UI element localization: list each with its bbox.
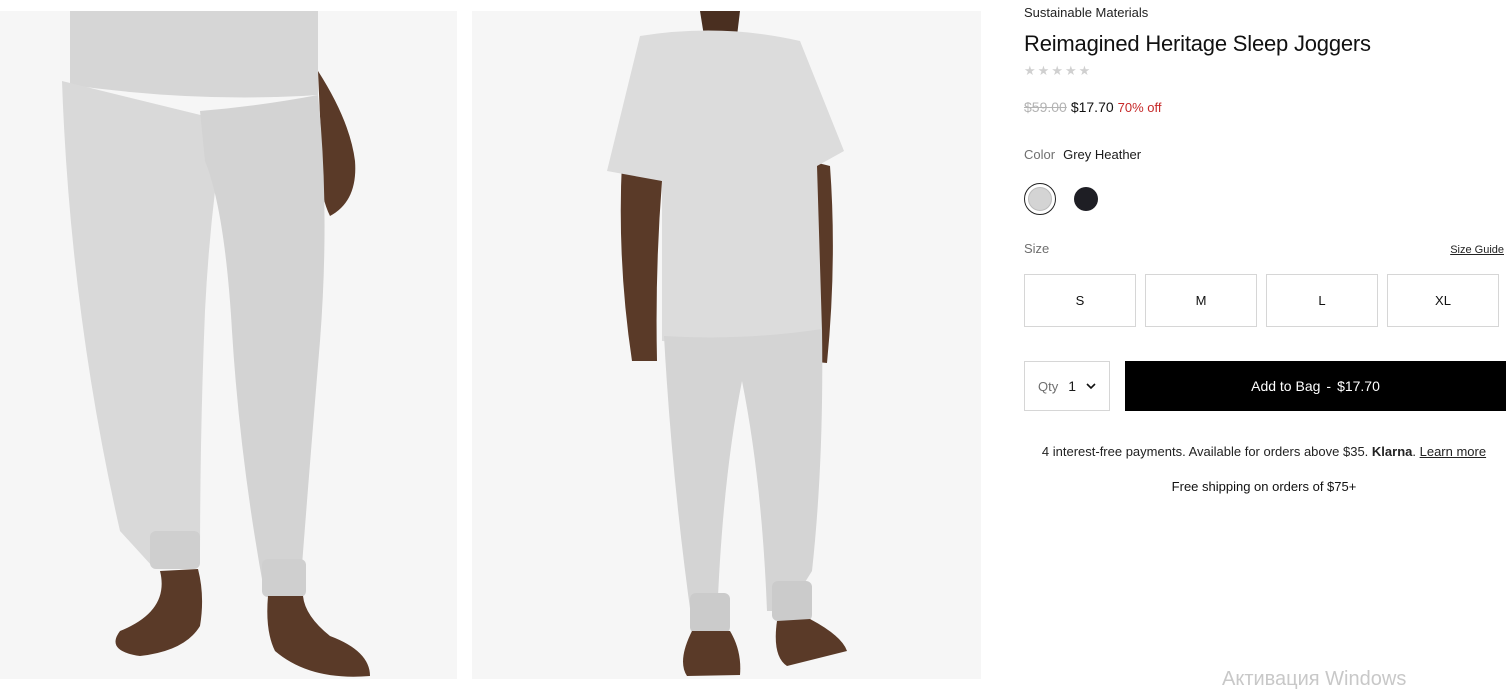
star-icon: ★ <box>1037 63 1050 78</box>
star-icon: ★ <box>1051 63 1063 78</box>
add-to-bag-separator: - <box>1326 378 1332 394</box>
star-icon: ★ <box>1078 63 1091 78</box>
klarna-text: 4 interest-free payments. Available for … <box>1041 444 1369 459</box>
qty-value: 1 <box>1068 378 1077 394</box>
os-activation-watermark: Активация Windows <box>1222 668 1407 690</box>
price-row: $59.00 $17.70 70% off <box>1024 99 1162 115</box>
size-button-xl[interactable]: XL <box>1387 274 1499 327</box>
swatch-fill <box>1074 187 1098 211</box>
product-title: Reimagined Heritage Sleep Joggers <box>1024 31 1371 56</box>
quantity-select[interactable]: Qty 1 <box>1024 361 1110 411</box>
sale-price: $17.70 <box>1070 99 1114 115</box>
size-options: S M L XL <box>1024 274 1499 327</box>
size-button-s[interactable]: S <box>1024 274 1136 327</box>
selected-color: Grey Heather <box>1063 147 1142 162</box>
chevron-down-icon <box>1086 383 1096 390</box>
shipping-note: Free shipping on orders of $75+ <box>1171 479 1357 494</box>
color-label: Color <box>1024 147 1056 162</box>
qty-label: Qty <box>1038 378 1059 394</box>
add-to-bag-price: $17.70 <box>1337 378 1380 394</box>
size-label: Size <box>1024 241 1050 256</box>
size-guide-link[interactable]: Size Guide <box>1450 244 1504 256</box>
size-button-m[interactable]: M <box>1145 274 1257 327</box>
swatch-grey-heather[interactable] <box>1024 183 1056 215</box>
front-view-photo <box>0 11 457 679</box>
product-photo-back[interactable] <box>472 11 981 679</box>
klarna-brand: Klarna <box>1371 444 1413 459</box>
back-view-photo <box>472 11 981 679</box>
discount-badge: 70% off <box>1117 100 1162 115</box>
rating-stars[interactable]: ★ ★ ★ ★ ★ <box>1024 64 1090 78</box>
color-row: Color Grey Heather <box>1024 147 1141 162</box>
swatch-black[interactable] <box>1070 183 1102 215</box>
klarna-info: 4 interest-free payments. Available for … <box>1041 444 1487 459</box>
original-price: $59.00 <box>1024 99 1067 115</box>
eyebrow-label: Sustainable Materials <box>1024 5 1149 20</box>
add-to-bag-button[interactable]: Add to Bag - $17.70 <box>1125 361 1506 411</box>
learn-more-link[interactable]: Learn more <box>1420 444 1486 459</box>
product-info-panel: Sustainable Materials Reimagined Heritag… <box>1024 0 1506 679</box>
star-icon: ★ <box>1064 63 1077 78</box>
color-swatches <box>1024 183 1102 215</box>
add-to-bag-label: Add to Bag <box>1251 378 1321 394</box>
size-button-l[interactable]: L <box>1266 274 1378 327</box>
size-header: Size Size Guide <box>1024 241 1504 256</box>
product-photo-front[interactable] <box>0 11 457 679</box>
star-icon: ★ <box>1024 63 1036 78</box>
swatch-fill <box>1028 187 1052 211</box>
